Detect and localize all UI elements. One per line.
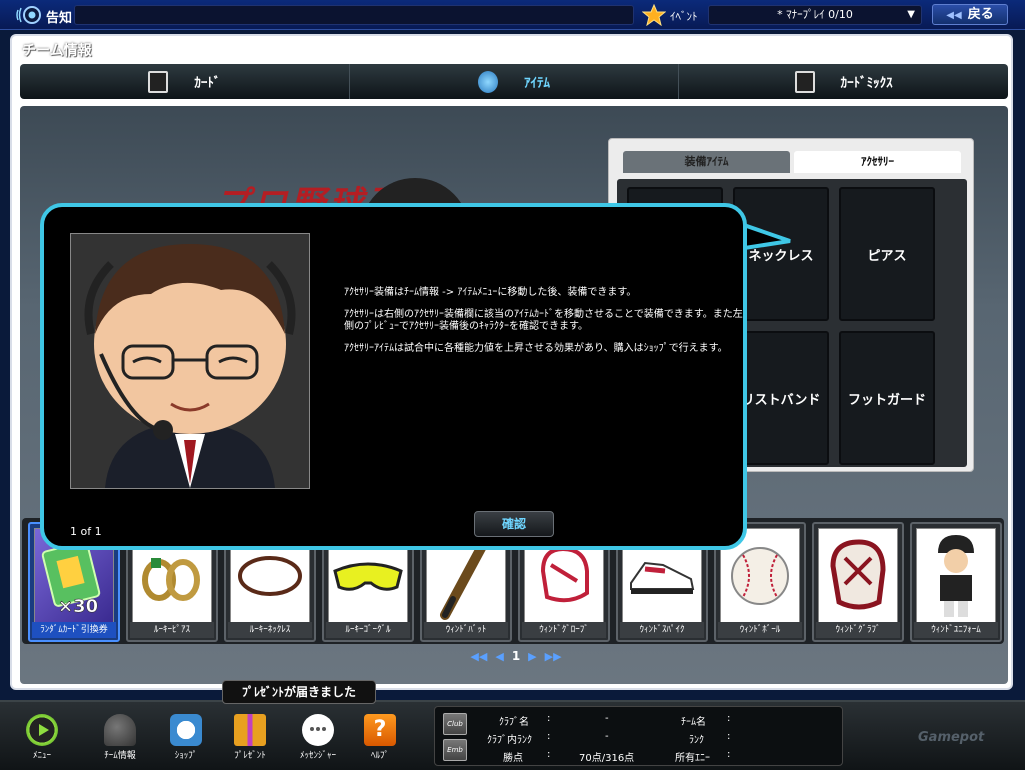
club-name-label: ｸﾗﾌﾞ名 [499, 717, 529, 728]
club-rank-label: ｸﾗﾌﾞ内ﾗﾝｸ [487, 735, 532, 746]
shop-button[interactable]: ｼｮｯﾌﾟ [156, 714, 216, 761]
gamepot-logo: Gamepot [918, 730, 985, 745]
card-icon [148, 70, 169, 93]
event-select-value: * ﾏﾅｰﾌﾟﾚｲ 0/10 [777, 8, 853, 21]
helmet-icon [104, 714, 136, 746]
nav-label: ﾒﾆｭｰ [32, 751, 51, 761]
speech-bubble-tail [738, 220, 791, 252]
page-number: 1 [511, 649, 521, 663]
money-label: 所有ｴﾆｰ [675, 753, 710, 764]
item-name: ｳｨﾝﾄﾞﾎﾞｰﾙ [718, 622, 802, 638]
notice-ticker[interactable] [74, 5, 634, 25]
tab-accessory[interactable]: ｱｸｾｻﾘｰ [794, 151, 961, 173]
item-name: ｳｨﾝﾄﾞﾊﾞｯﾄ [424, 622, 508, 638]
panel-title: チーム情報 [22, 43, 92, 59]
club-rank-value: - [605, 731, 609, 742]
item-badge: ×30 [58, 596, 98, 616]
help-icon: ? [364, 714, 396, 746]
back-label: 戻る [967, 7, 994, 22]
dialog-page-indicator: 1 of 1 [70, 525, 102, 538]
rank-label: ﾗﾝｸ [689, 735, 704, 746]
nav-label: ﾌﾟﾚｾﾞﾝﾄ [234, 751, 266, 761]
dialog-paragraph: ｱｸｾｻﾘｰ装備はﾁｰﾑ情報 -> ｱｲﾃﾑﾒﾆｭｰに移動した後、装備できます。 [344, 287, 637, 298]
last-page-icon[interactable]: ▶▶ [545, 650, 562, 663]
club-info-panel: Club Emb ｸﾗﾌﾞ名 : - ｸﾗﾌﾞ内ﾗﾝｸ : - 勝点 : 70点… [434, 706, 843, 766]
dialog-paragraph: ｱｸｾｻﾘｰは右側のｱｸｾｻﾘｰ装備欄に該当のｱｲﾃﾑｶｰﾄﾞを移動させることで… [344, 309, 743, 332]
uniform-icon [916, 528, 996, 624]
mitt-icon [818, 528, 898, 624]
event-select[interactable]: * ﾏﾅｰﾌﾟﾚｲ 0/10 ▼ [708, 5, 922, 25]
event-star-icon [642, 4, 666, 26]
item-card[interactable]: ｳｨﾝﾄﾞｸﾞﾗﾌﾞ [812, 522, 904, 642]
first-page-icon[interactable]: ◀◀ [470, 650, 487, 663]
tab-equipment-items[interactable]: 装備ｱｲﾃﾑ [623, 151, 790, 173]
present-notification-tooltip: ﾌﾟﾚｾﾞﾝﾄが届きました [222, 680, 376, 704]
accessory-slot-footguard[interactable]: フットガード [839, 331, 935, 465]
confirm-button[interactable]: 確認 [474, 511, 554, 537]
item-name: ｳｨﾝﾄﾞｸﾞﾗﾌﾞ [816, 622, 900, 638]
tab-label: ｶｰﾄﾞﾐｯｸｽ [840, 76, 893, 91]
dialog-message: ｱｸｾｻﾘｰ装備はﾁｰﾑ情報 -> ｱｲﾃﾑﾒﾆｭｰに移動した後、装備できます。… [344, 287, 744, 365]
nav-label: ﾁｰﾑ情報 [104, 751, 136, 761]
top-bar: 告知 ｲﾍﾞﾝﾄ * ﾏﾅｰﾌﾟﾚｲ 0/10 ▼ ◀◀ 戻る [0, 0, 1025, 30]
nav-label: ﾒｯｾﾝｼﾞｬｰ [299, 751, 336, 761]
chevron-down-icon: ▼ [907, 9, 915, 20]
item-name: ﾗﾝﾀﾞﾑｶｰﾄﾞ引換券 [32, 622, 116, 638]
tab-items[interactable]: ｱｲﾃﾑ [350, 64, 680, 99]
tab-bar: ｶｰﾄﾞ ｱｲﾃﾑ ｶｰﾄﾞﾐｯｸｽ [20, 64, 1008, 99]
item-name: ｳｨﾝﾄﾞｽﾊﾟｲｸ [620, 622, 704, 638]
messenger-button[interactable]: ﾒｯｾﾝｼﾞｬｰ [288, 714, 348, 761]
nav-label: ﾍﾙﾌﾟ [370, 751, 389, 761]
club-badge: Club [443, 713, 467, 735]
present-icon [234, 714, 266, 746]
announcer-portrait [70, 233, 310, 489]
points-label: 勝点 [503, 753, 523, 764]
item-name: ｳｨﾝﾄﾞﾕﾆﾌｫｰﾑ [914, 622, 998, 638]
items-icon [478, 70, 498, 93]
tab-label: ｶｰﾄﾞ [194, 76, 221, 91]
team-info-button[interactable]: ﾁｰﾑ情報 [90, 714, 150, 761]
tab-label: ｱｲﾃﾑ [524, 76, 550, 91]
team-name-label: ﾁｰﾑ名 [681, 717, 706, 728]
points-value: 70点/316点 [579, 753, 635, 764]
tutorial-dialog: ｱｸｾｻﾘｰ装備はﾁｰﾑ情報 -> ｱｲﾃﾑﾒﾆｭｰに移動した後、装備できます。… [40, 203, 747, 550]
notice-icon[interactable] [15, 4, 41, 26]
notice-label: 告知 [46, 11, 73, 26]
dialog-paragraph: ｱｸｾｻﾘｰｱｲﾃﾑは試合中に各種能力値を上昇させる効果があり、購入はｼｮｯﾌﾟ… [344, 343, 728, 354]
emblem-badge: Emb [443, 739, 467, 761]
next-page-icon[interactable]: ▶ [528, 650, 536, 663]
club-name-value: - [605, 713, 609, 724]
messenger-icon [302, 714, 334, 746]
menu-button[interactable]: ﾒﾆｭｰ [12, 714, 72, 761]
item-name: ﾙｰｷｰﾋﾟｱｽ [130, 622, 214, 638]
accessory-tabs: 装備ｱｲﾃﾑ ｱｸｾｻﾘｰ [623, 151, 961, 173]
prev-page-icon[interactable]: ◀ [495, 650, 503, 663]
item-name: ﾙｰｷｰﾈｯｸﾚｽ [228, 622, 312, 638]
pager: ◀◀ ◀ 1 ▶ ▶▶ [456, 649, 576, 663]
present-button[interactable]: ﾌﾟﾚｾﾞﾝﾄ [220, 714, 280, 761]
back-button[interactable]: ◀◀ 戻る [932, 4, 1008, 25]
accessory-slot-wristband[interactable]: リストバンド [733, 331, 829, 465]
accessory-slot-earring[interactable]: ピアス [839, 187, 935, 321]
item-name: ｳｨﾝﾄﾞｸﾞﾛｰﾌﾞ [522, 622, 606, 638]
event-label: ｲﾍﾞﾝﾄ [670, 10, 698, 23]
double-chevron-left-icon: ◀◀ [946, 10, 962, 21]
menu-play-icon [26, 714, 58, 746]
help-button[interactable]: ? ﾍﾙﾌﾟ [350, 714, 410, 761]
shop-basket-icon [170, 714, 202, 746]
item-name: ﾙｰｷｰｺﾞｰｸﾞﾙ [326, 622, 410, 638]
nav-label: ｼｮｯﾌﾟ [174, 751, 198, 761]
item-card[interactable]: ｳｨﾝﾄﾞﾕﾆﾌｫｰﾑ [910, 522, 1002, 642]
tab-card[interactable]: ｶｰﾄﾞ [20, 64, 350, 99]
card-mix-icon [794, 70, 815, 93]
tab-card-mix[interactable]: ｶｰﾄﾞﾐｯｸｽ [679, 64, 1008, 99]
